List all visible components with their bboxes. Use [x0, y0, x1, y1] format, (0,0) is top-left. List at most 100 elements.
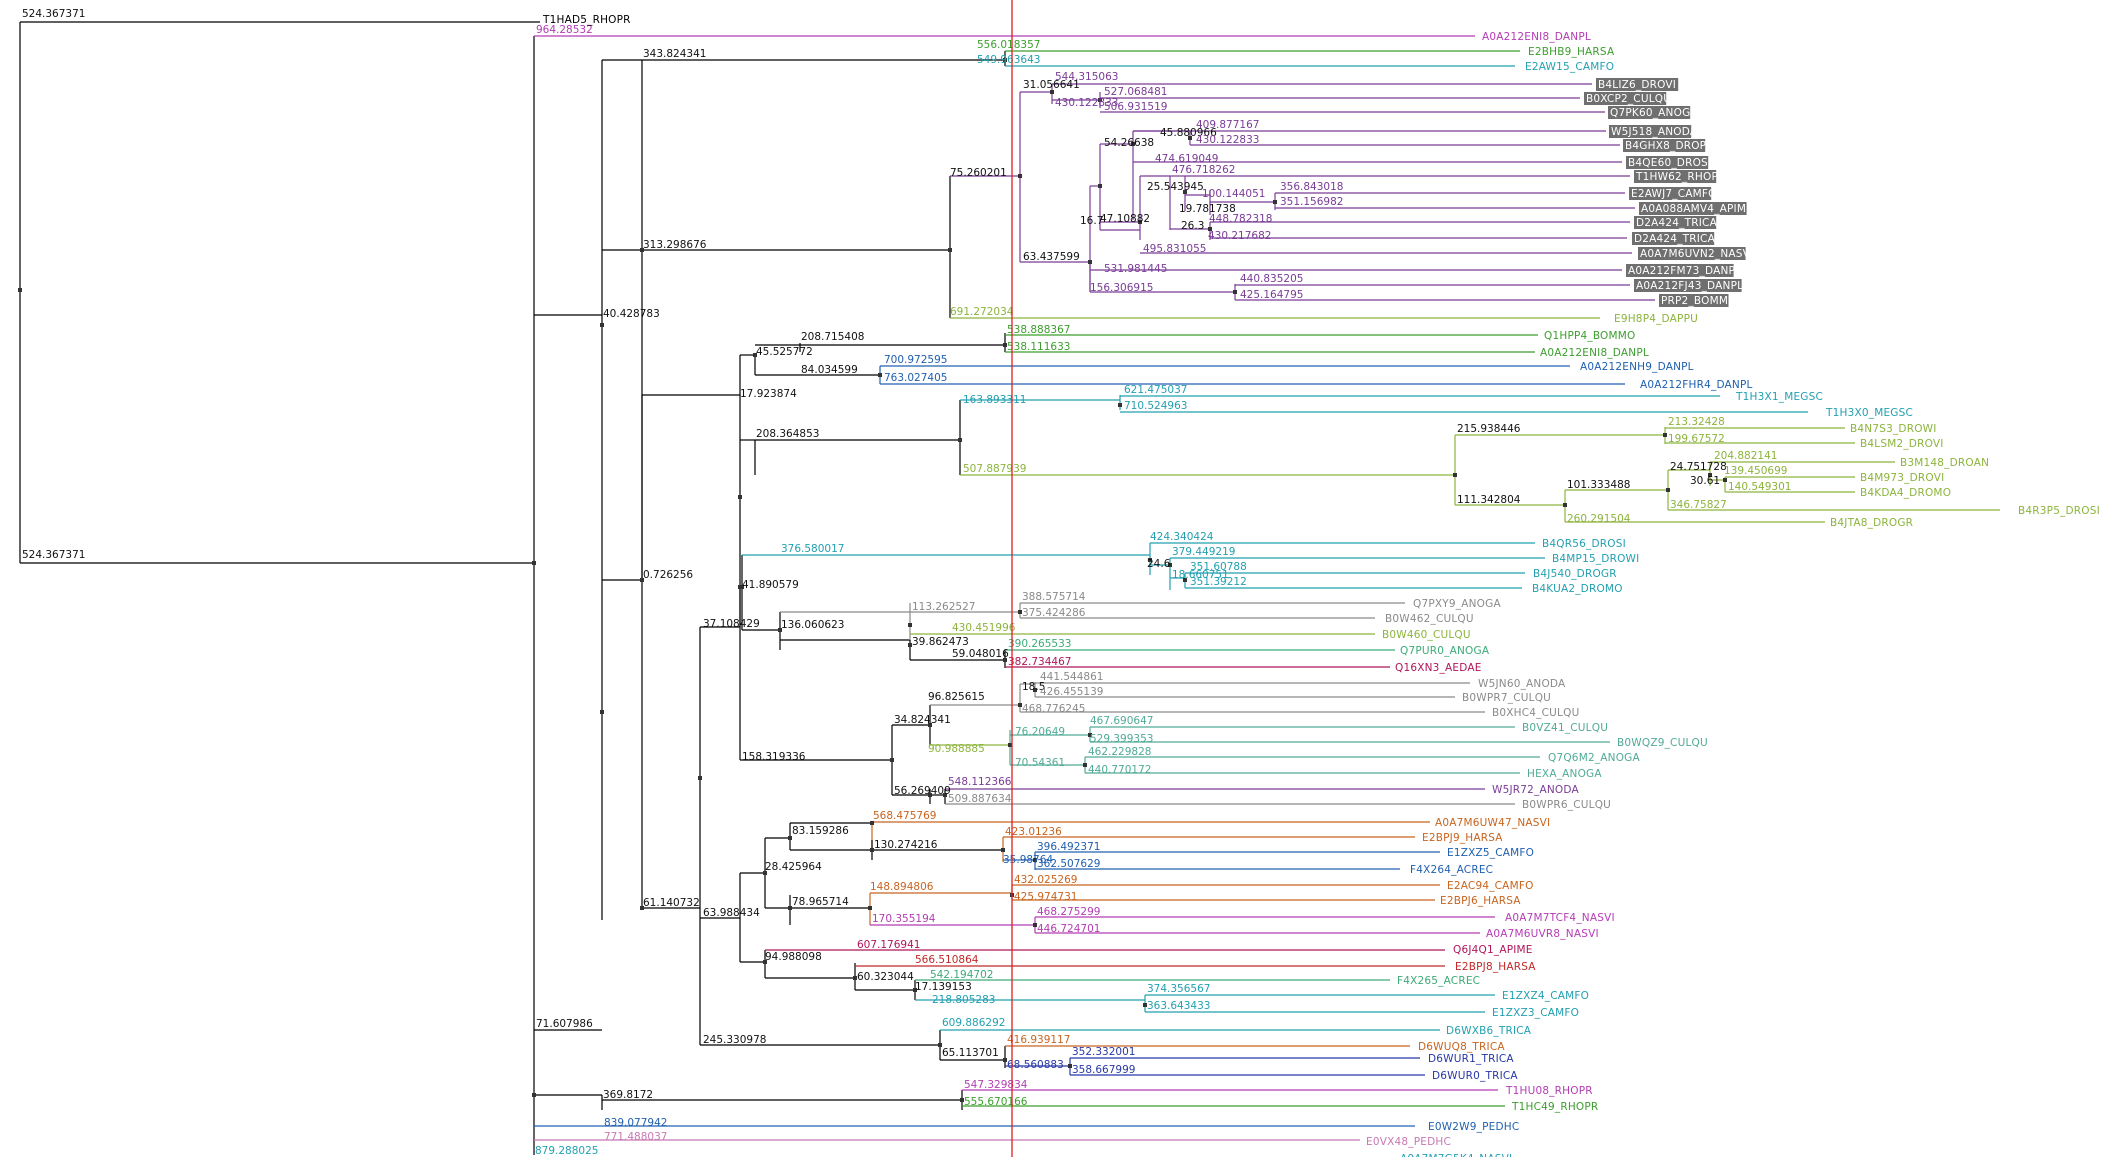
- leaf-a0a7m6uw47-nasvi[interactable]: A0A7M6UW47_NASVI: [1435, 817, 1550, 829]
- leaf-a0a088amv4-apime[interactable]: A0A088AMV4_APIME: [1639, 202, 1753, 215]
- leaf-a0a212eni8-danpl[interactable]: A0A212ENI8_DANPL: [1540, 347, 1649, 359]
- leaf-prp2-bommo[interactable]: PRP2_BOMMO: [1659, 294, 1737, 307]
- leaf-e1zxz4-camfo[interactable]: E1ZXZ4_CAMFO: [1502, 990, 1589, 1002]
- leaf-b3m148-droan[interactable]: B3M148_DROAN: [1900, 457, 1989, 469]
- leaf-d6wur0-trica[interactable]: D6WUR0_TRICA: [1432, 1070, 1518, 1082]
- leaf-d6wuq8-trica[interactable]: D6WUQ8_TRICA: [1418, 1041, 1505, 1053]
- leaf-a0a212fm73-danpl[interactable]: A0A212FM73_DANPL: [1626, 264, 1741, 277]
- leaf-b4kua2-dromo[interactable]: B4KUA2_DROMO: [1532, 583, 1623, 595]
- node-marker[interactable]: [1088, 260, 1092, 264]
- node-marker[interactable]: [1723, 478, 1727, 482]
- leaf-d2a424-trica[interactable]: D2A424_TRICA: [1632, 232, 1716, 245]
- leaf-b0vz41-culqu[interactable]: B0VZ41_CULQU: [1522, 722, 1608, 734]
- node-marker[interactable]: [600, 323, 604, 327]
- node-marker[interactable]: [1118, 403, 1122, 407]
- leaf-e0w2w9-pedhc[interactable]: E0W2W9_PEDHC: [1428, 1121, 1519, 1133]
- leaf-b0wpr6-culqu[interactable]: B0WPR6_CULQU: [1522, 799, 1611, 811]
- leaf-b4kda4-dromo[interactable]: B4KDA4_DROMO: [1860, 487, 1951, 499]
- leaf-e2awj7-camfo[interactable]: E2AWJ7_CAMFO: [1629, 187, 1717, 200]
- node-marker[interactable]: [18, 288, 22, 292]
- node-marker[interactable]: [532, 561, 536, 565]
- leaf-a0a7m7tcf4-nasvi[interactable]: A0A7M7TCF4_NASVI: [1505, 912, 1615, 924]
- leaf-b4m973-drovi[interactable]: B4M973_DROVI: [1860, 472, 1944, 484]
- leaf-t1hc49-rhopr[interactable]: T1HC49_RHOPR: [1511, 1101, 1598, 1113]
- leaf-a0a7m6uvr8-nasvi[interactable]: A0A7M6UVR8_NASVI: [1486, 928, 1599, 940]
- leaf-q7pur0-anoga[interactable]: Q7PUR0_ANOGA: [1400, 645, 1490, 657]
- leaf-q16xn3-aedae[interactable]: Q16XN3_AEDAE: [1395, 662, 1482, 674]
- leaf-hexa-anoga[interactable]: HEXA_ANOGA: [1527, 768, 1602, 780]
- leaf-d6wxb6-trica[interactable]: D6WXB6_TRICA: [1446, 1025, 1532, 1037]
- leaf-f4x265-acrec[interactable]: F4X265_ACREC: [1397, 975, 1480, 987]
- leaf-b0xcp2-culqu[interactable]: B0XCP2_CULQU: [1584, 92, 1671, 105]
- leaf-a0a7m7g5k4-nasvi[interactable]: A0A7M7G5K4_NASVI: [1400, 1153, 1512, 1157]
- leaf-f4x264-acrec[interactable]: F4X264_ACREC: [1410, 864, 1493, 876]
- phylogenetic-tree[interactable]: 524.367371524.367371964.2853240.42878371…: [0, 0, 2123, 1157]
- leaf-e2bpj6-harsa[interactable]: E2BPJ6_HARSA: [1440, 895, 1521, 907]
- leaf-a0a212enh9-danpl[interactable]: A0A212ENH9_DANPL: [1580, 361, 1694, 373]
- node-marker[interactable]: [698, 776, 702, 780]
- leaf-q7pxy9-anoga[interactable]: Q7PXY9_ANOGA: [1413, 598, 1501, 610]
- leaf-w5jr72-anoda[interactable]: W5JR72_ANODA: [1492, 784, 1579, 796]
- leaf-b4qe60-drosi[interactable]: B4QE60_DROSI: [1626, 156, 1711, 169]
- node-marker[interactable]: [868, 906, 872, 910]
- leaf-t1hw62-rhopr[interactable]: T1HW62_RHOPR: [1634, 170, 1725, 183]
- leaf-e9h8p4-dappu[interactable]: E9H8P4_DAPPU: [1614, 313, 1698, 325]
- leaf-e2bhb9-harsa[interactable]: E2BHB9_HARSA: [1528, 46, 1615, 58]
- leaf-b4r3p5-drosi[interactable]: B4R3P5_DROSI: [2018, 505, 2100, 517]
- leaf-b4lsm2-drovi[interactable]: B4LSM2_DROVI: [1860, 438, 1944, 450]
- node-marker[interactable]: [948, 248, 952, 252]
- leaf-b4ghx8-drope[interactable]: B4GHX8_DROPE: [1623, 139, 1713, 152]
- leaf-b0wpr7-culqu[interactable]: B0WPR7_CULQU: [1462, 692, 1551, 704]
- leaf-b0xhc4-culqu[interactable]: B0XHC4_CULQU: [1492, 707, 1579, 719]
- node-marker[interactable]: [890, 758, 894, 762]
- leaf-d6wur1-trica[interactable]: D6WUR1_TRICA: [1428, 1053, 1514, 1065]
- leaf-q7q6m2-anoga[interactable]: Q7Q6M2_ANOGA: [1548, 752, 1641, 764]
- leaf-w5j518-anoda[interactable]: W5J518_ANODA: [1609, 125, 1698, 138]
- leaf-e1zxz5-camfo[interactable]: E1ZXZ5_CAMFO: [1447, 847, 1534, 859]
- node-marker[interactable]: [738, 495, 742, 499]
- node-marker[interactable]: [600, 710, 604, 714]
- node-marker[interactable]: [1663, 433, 1667, 437]
- leaf-b4n7s3-drowi[interactable]: B4N7S3_DROWI: [1850, 423, 1937, 435]
- leaf-w5jn60-anoda[interactable]: W5JN60_ANODA: [1478, 678, 1566, 690]
- node-marker[interactable]: [1273, 200, 1277, 204]
- leaf-q6j4q1-apime[interactable]: Q6J4Q1_APIME: [1453, 944, 1533, 956]
- node-marker[interactable]: [532, 1093, 536, 1097]
- leaf-b0w462-culqu[interactable]: B0W462_CULQU: [1385, 613, 1474, 625]
- leaf-e0vx48-pedhc[interactable]: E0VX48_PEDHC: [1366, 1136, 1451, 1148]
- node-marker[interactable]: [958, 438, 962, 442]
- leaf-b4mp15-drowi[interactable]: B4MP15_DROWI: [1552, 553, 1639, 565]
- leaf-t1h3x1-megsc[interactable]: T1H3X1_MEGSC: [1735, 391, 1823, 403]
- leaf-b4j540-drogr[interactable]: B4J540_DROGR: [1533, 568, 1617, 580]
- node-marker[interactable]: [1001, 848, 1005, 852]
- leaf-b0w460-culqu[interactable]: B0W460_CULQU: [1382, 629, 1471, 641]
- node-marker[interactable]: [1083, 763, 1087, 767]
- leaf-a0a7m6uvn2-nasvi[interactable]: A0A7M6UVN2_NASVI: [1638, 247, 1753, 260]
- leaf-b4liz6-drovi[interactable]: B4LIZ6_DROVI: [1596, 78, 1679, 91]
- leaf-e2ac94-camfo[interactable]: E2AC94_CAMFO: [1447, 880, 1534, 892]
- node-marker[interactable]: [1563, 503, 1567, 507]
- leaf-a0a212fhr4-danpl[interactable]: A0A212FHR4_DANPL: [1640, 379, 1753, 391]
- leaf-t1had5-rhopr[interactable]: T1HAD5_RHOPR: [542, 14, 631, 26]
- leaf-d2a424-trica[interactable]: D2A424_TRICA: [1634, 216, 1718, 229]
- node-marker[interactable]: [1233, 290, 1237, 294]
- leaf-t1h3x0-megsc[interactable]: T1H3X0_MEGSC: [1825, 407, 1913, 419]
- leaf-b4jta8-drogr[interactable]: B4JTA8_DROGR: [1830, 517, 1913, 529]
- node-marker[interactable]: [1098, 184, 1102, 188]
- leaf-q1hpp4-bommo[interactable]: Q1HPP4_BOMMO: [1544, 330, 1636, 342]
- leaf-e1zxz3-camfo[interactable]: E1ZXZ3_CAMFO: [1492, 1007, 1579, 1019]
- leaf-q7pk60-anoga[interactable]: Q7PK60_ANOGA: [1608, 106, 1698, 119]
- leaf-t1hu08-rhopr[interactable]: T1HU08_RHOPR: [1505, 1085, 1593, 1097]
- node-marker[interactable]: [1666, 488, 1670, 492]
- node-marker[interactable]: [908, 623, 912, 627]
- node-marker[interactable]: [1018, 174, 1022, 178]
- leaf-e2bpj8-harsa[interactable]: E2BPJ8_HARSA: [1455, 961, 1536, 973]
- leaf-e2aw15-camfo[interactable]: E2AW15_CAMFO: [1525, 61, 1614, 73]
- node-marker[interactable]: [1453, 473, 1457, 477]
- node-marker[interactable]: [878, 373, 882, 377]
- leaf-a0a212fj43-danpl[interactable]: A0A212FJ43_DANPL: [1634, 279, 1743, 292]
- leaf-e2bpj9-harsa[interactable]: E2BPJ9_HARSA: [1422, 832, 1503, 844]
- leaf-b4qr56-drosi[interactable]: B4QR56_DROSI: [1542, 538, 1626, 550]
- leaf-b0wqz9-culqu[interactable]: B0WQZ9_CULQU: [1617, 737, 1708, 749]
- leaf-a0a212eni8-danpl[interactable]: A0A212ENI8_DANPL: [1482, 31, 1591, 43]
